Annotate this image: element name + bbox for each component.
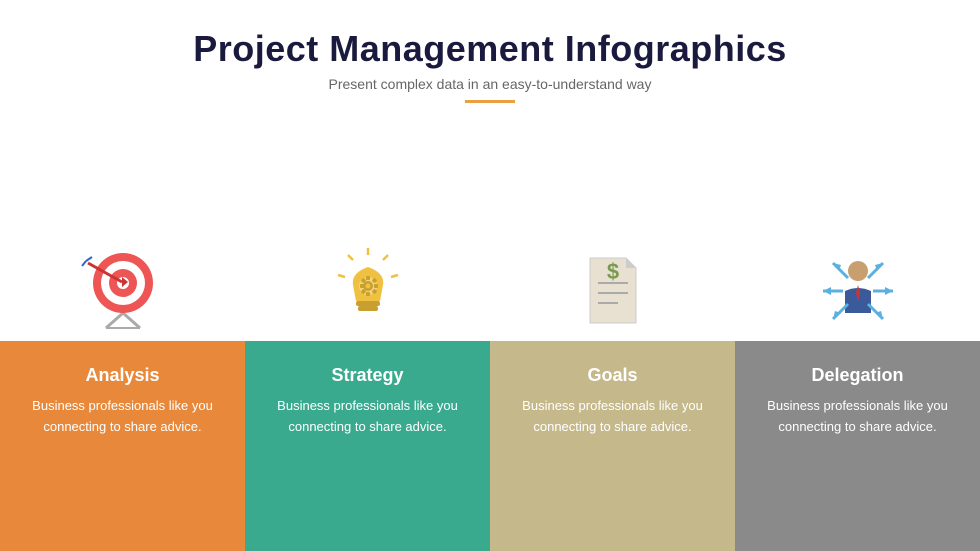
- analysis-card-text: Business professionals like you connecti…: [16, 396, 229, 438]
- goals-card: Goals Business professionals like you co…: [490, 341, 735, 551]
- document-dollar-icon: $: [568, 243, 658, 333]
- strategy-icon-cell: [245, 243, 490, 341]
- subtitle: Present complex data in an easy-to-under…: [0, 76, 980, 92]
- analysis-card-title: Analysis: [85, 365, 159, 386]
- strategy-card-text: Business professionals like you connecti…: [261, 396, 474, 438]
- main-title: Project Management Infographics: [0, 28, 980, 70]
- slide: Project Management Infographics Present …: [0, 0, 980, 551]
- lightbulb-gear-icon: [323, 243, 413, 333]
- delegation-card: Delegation Business professionals like y…: [735, 341, 980, 551]
- strategy-card-title: Strategy: [331, 365, 403, 386]
- delegation-icon-cell: [735, 243, 980, 341]
- goals-card-title: Goals: [587, 365, 637, 386]
- svg-text:$: $: [606, 259, 618, 284]
- delegation-person-icon: [813, 243, 903, 333]
- icons-row: $: [0, 115, 980, 341]
- goals-card-text: Business professionals like you connecti…: [506, 396, 719, 438]
- strategy-card: Strategy Business professionals like you…: [245, 341, 490, 551]
- divider-line: [465, 100, 515, 103]
- delegation-card-text: Business professionals like you connecti…: [751, 396, 964, 438]
- goals-icon-cell: $: [490, 243, 735, 341]
- header: Project Management Infographics Present …: [0, 0, 980, 115]
- analysis-card: Analysis Business professionals like you…: [0, 341, 245, 551]
- analysis-icon-cell: [0, 243, 245, 341]
- cards-row: Analysis Business professionals like you…: [0, 341, 980, 551]
- delegation-card-title: Delegation: [811, 365, 903, 386]
- target-icon: [78, 243, 168, 333]
